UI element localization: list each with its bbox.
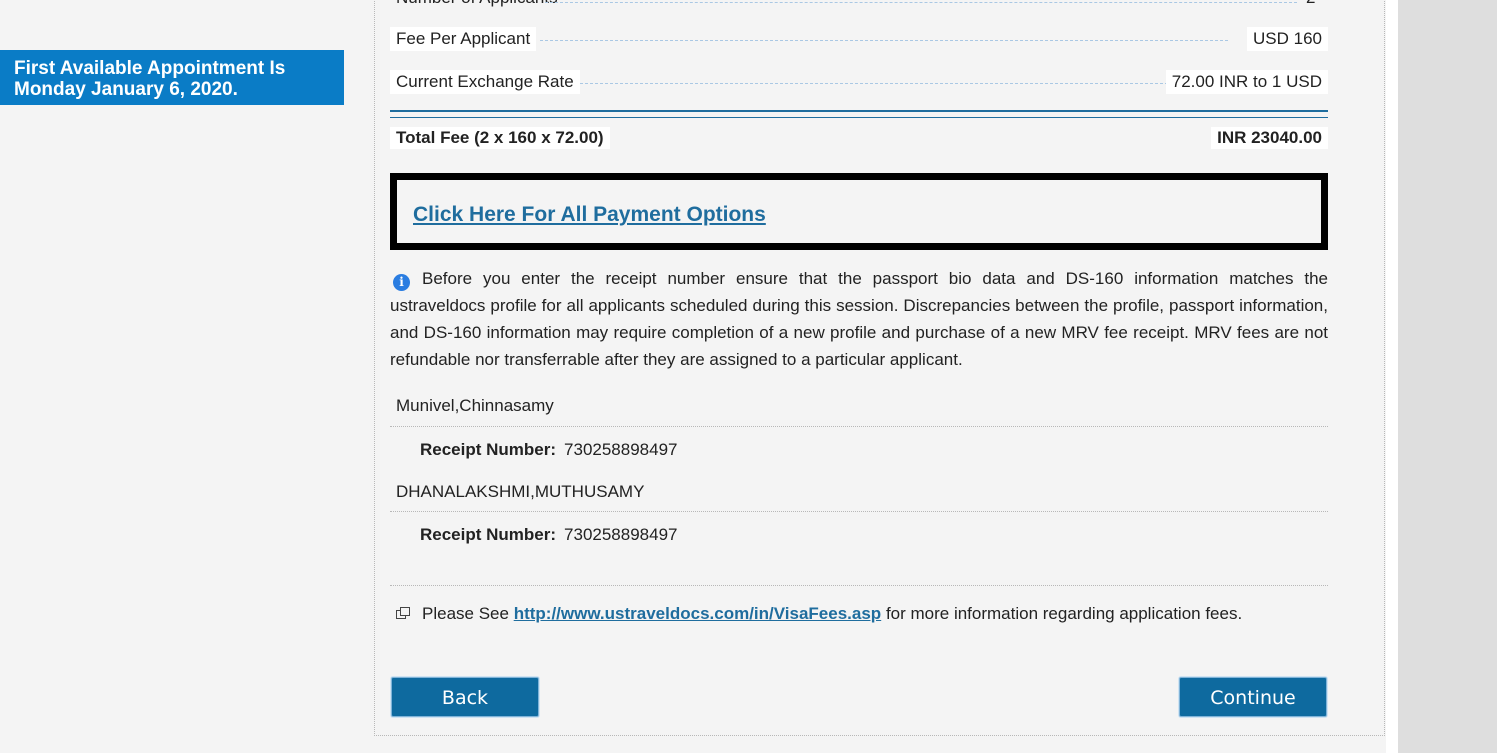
info-icon: i [393,274,410,291]
total-fee-value: INR 23040.00 [1211,127,1328,149]
receipt-value: 730258898497 [564,440,678,459]
divider [390,426,1328,427]
exchange-rate-label: Current Exchange Rate [390,70,580,94]
total-fee-label: Total Fee (2 x 160 x 72.00) [390,127,610,149]
external-link-icon [396,607,410,619]
number-of-applicants-label: Number of Applicants [396,0,558,8]
visa-fees-link[interactable]: http://www.ustraveldocs.com/in/VisaFees.… [514,604,882,623]
applicant-name: DHANALAKSHMI,MUTHUSAMY [396,482,645,501]
fee-per-applicant-value: USD 160 [1247,27,1328,51]
receipt-label: Receipt Number: [420,525,557,544]
receipt-value: 730258898497 [564,525,678,544]
payment-options-box: Click Here For All Payment Options [390,173,1328,250]
payment-options-link[interactable]: Click Here For All Payment Options [413,203,766,227]
visa-fees-suffix: for more information regarding applicati… [885,604,1243,623]
receipt-row: Receipt Number: 730258898497 [420,440,678,460]
receipt-row: Receipt Number: 730258898497 [420,525,678,545]
total-fee-row: Total Fee (2 x 160 x 72.00) INR 23040.00 [390,127,1328,151]
applicant-name: Munivel,Chinnasamy [396,396,554,415]
right-strip [1386,0,1398,753]
visa-fees-note: Please See http://www.ustraveldocs.com/i… [396,604,1242,624]
right-scroll-area [1398,0,1497,753]
first-available-appointment-banner: First Available Appointment Is Monday Ja… [0,50,344,105]
divider [390,511,1328,512]
exchange-rate-value: 72.00 INR to 1 USD [1165,70,1328,94]
dash-leader [540,40,1228,41]
dash-leader [545,2,1297,3]
receipt-info-notice: i Before you enter the receipt number ens… [390,265,1328,373]
total-divider [390,110,1328,118]
dash-leader [540,83,1228,84]
back-button[interactable]: Back [391,677,539,717]
number-of-applicants-value: 2 [1306,0,1315,8]
visa-fees-prefix: Please See [422,604,509,623]
info-text: Before you enter the receipt number ensu… [390,269,1328,369]
divider [390,585,1328,586]
continue-button[interactable]: Continue [1179,677,1327,717]
banner-line-1: First Available Appointment Is [14,58,286,79]
receipt-label: Receipt Number: [420,440,557,459]
exchange-rate-row: Current Exchange Rate 72.00 INR to 1 USD [390,70,1328,94]
fee-per-applicant-row: Fee Per Applicant USD 160 [390,27,1328,51]
fee-per-applicant-label: Fee Per Applicant [390,27,537,51]
banner-line-2: Monday January 6, 2020. [14,79,238,100]
